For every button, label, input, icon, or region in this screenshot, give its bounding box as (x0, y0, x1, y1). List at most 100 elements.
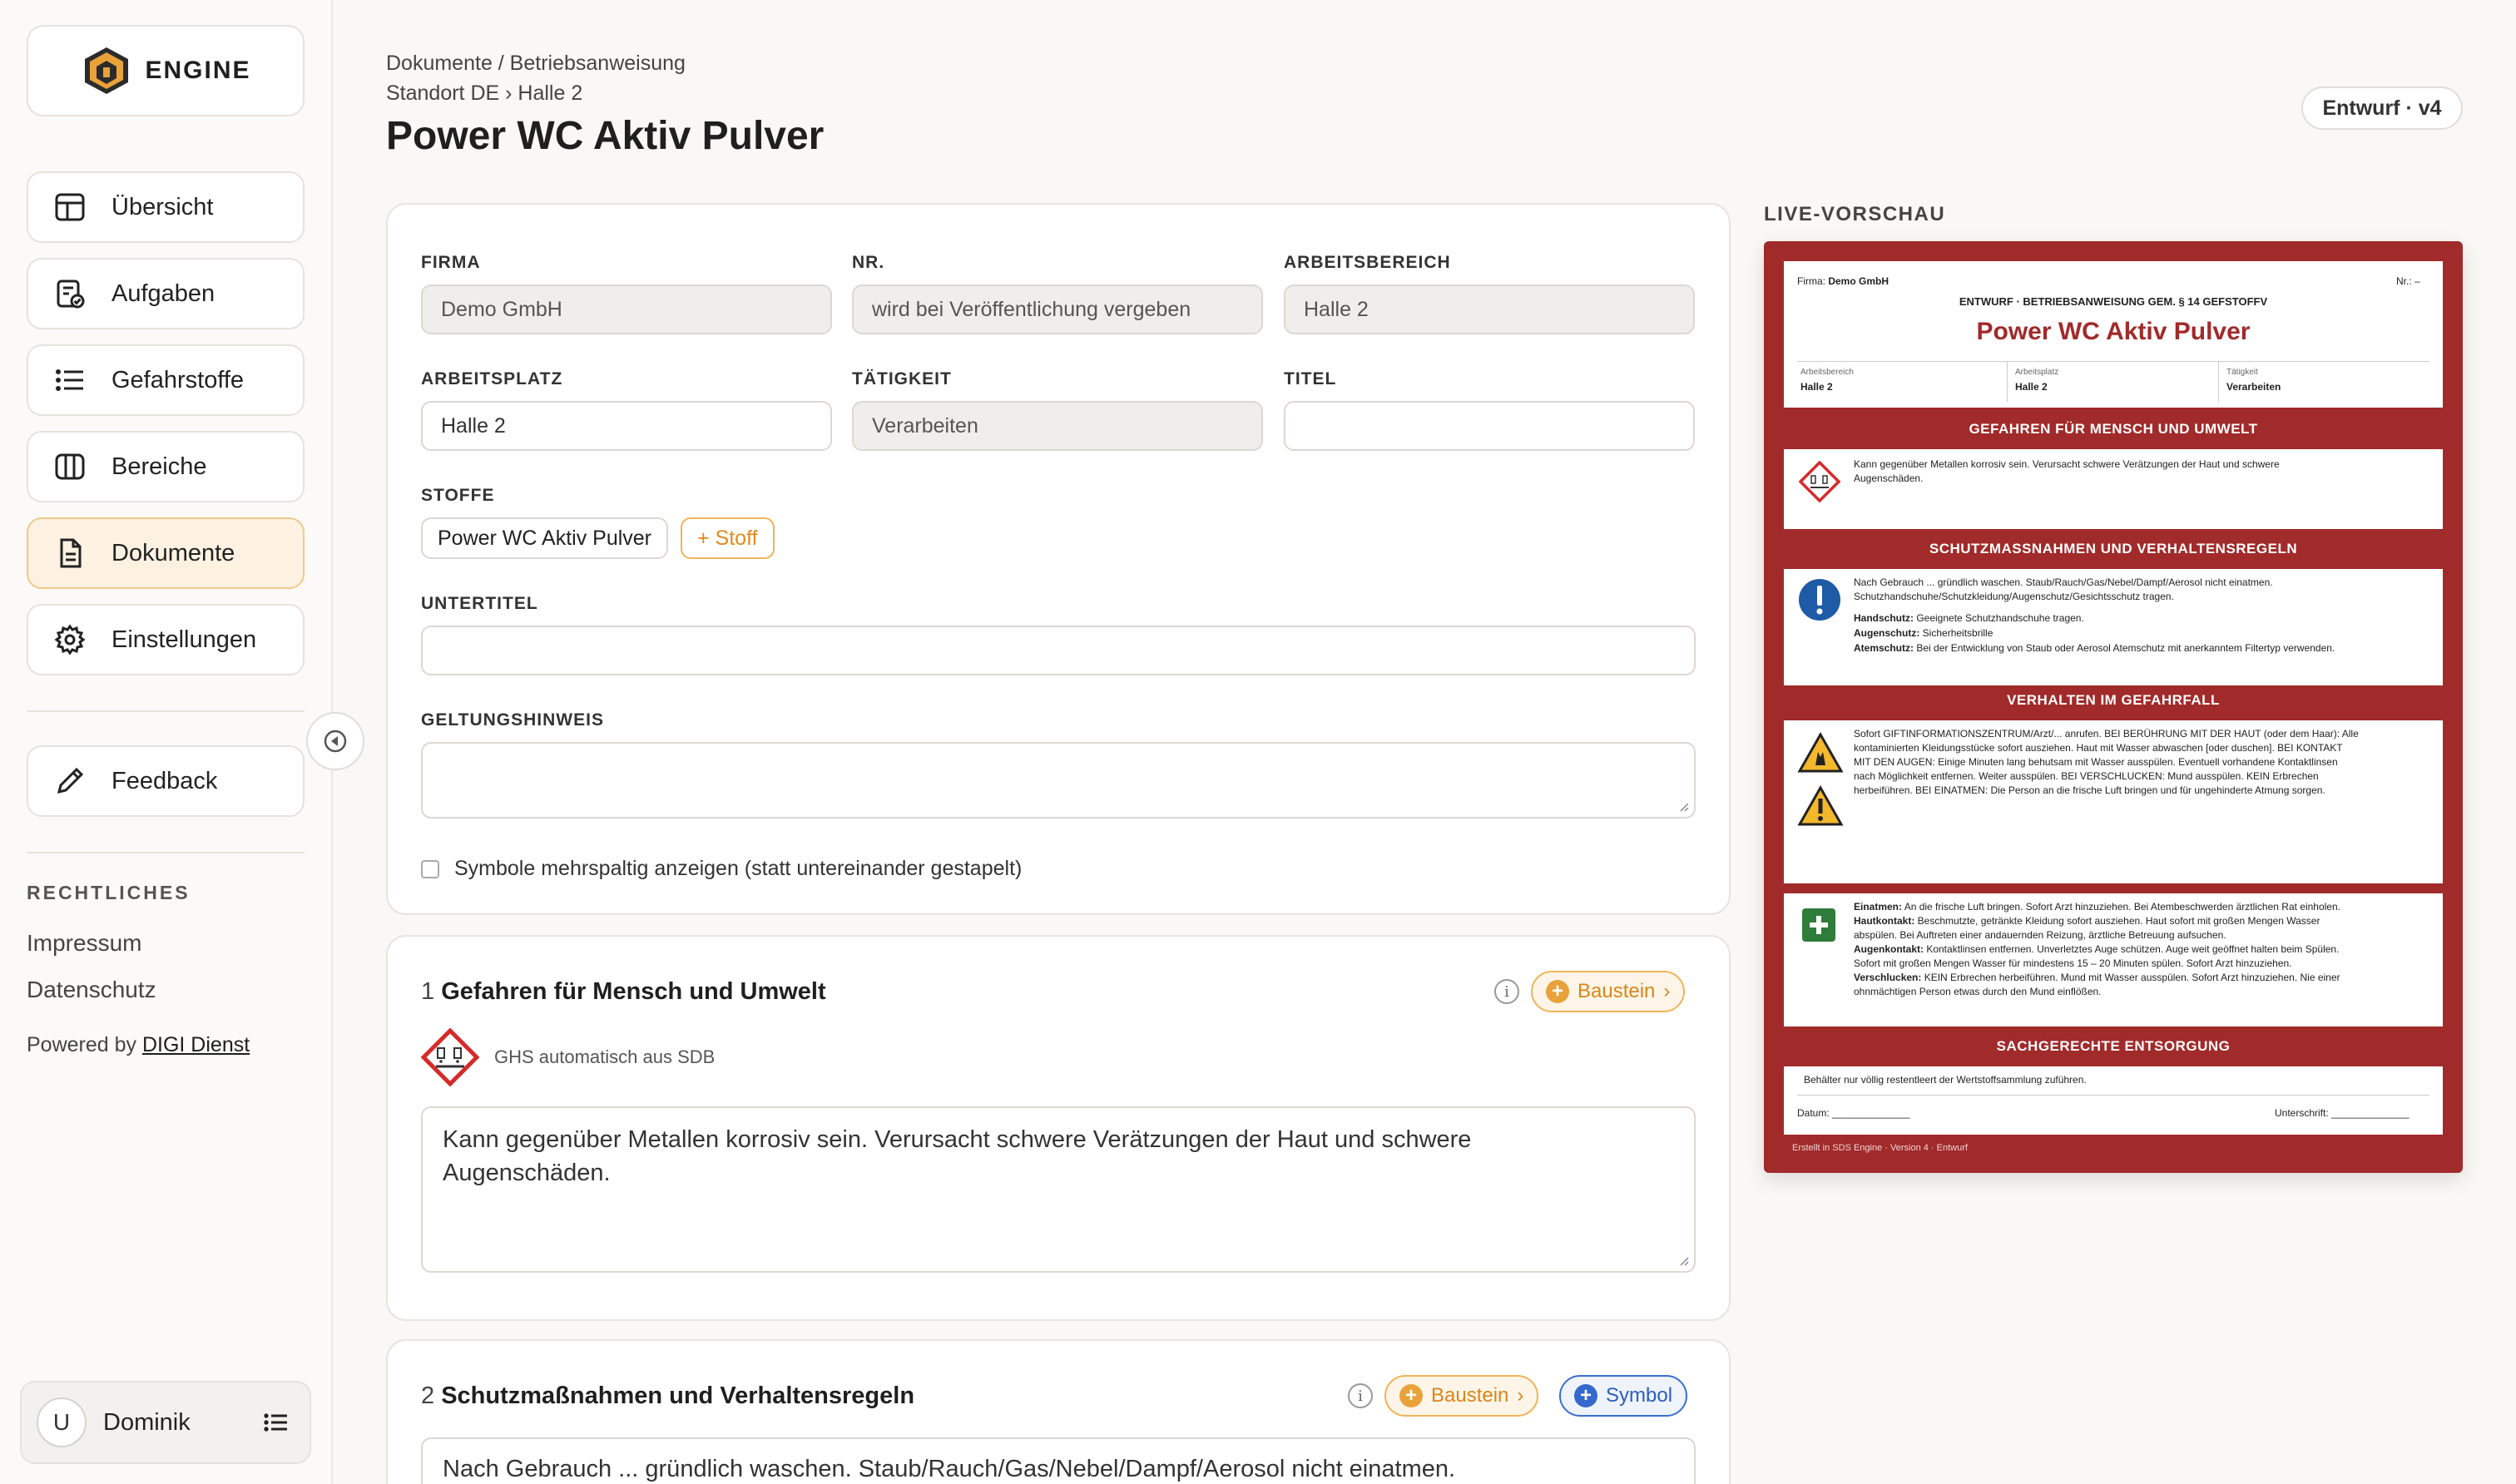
preview-key: Handschutz: (1854, 612, 1914, 624)
preview-text: Nach Gebrauch ... gründlich waschen. Sta… (1854, 576, 2273, 588)
resize-handle-icon[interactable] (1679, 802, 1689, 812)
divider (27, 852, 305, 853)
preview-text: Kann gegenüber Metallen korrosiv sein. V… (1854, 458, 2280, 470)
avatar: U (37, 1397, 87, 1447)
preview-footer: Erstellt in SDS Engine · Version 4 · Ent… (1792, 1143, 1968, 1153)
titel-label: TITEL (1284, 369, 1337, 388)
preview-nr: Nr.: – (2396, 275, 2420, 287)
symbole-mehrspaltig-option[interactable]: Symbole mehrspaltig anzeigen (statt unte… (421, 857, 1022, 881)
preview-subtitle: ENTWURF · BETRIEBSANWEISUNG GEM. § 14 GE… (1959, 295, 2268, 308)
user-menu[interactable]: U Dominik (20, 1381, 311, 1464)
firma-field: Demo GmbH (421, 284, 832, 334)
datenschutz-link[interactable]: Datenschutz (27, 977, 156, 1003)
dashboard-icon (53, 190, 87, 224)
powered-link[interactable]: DIGI Dienst (142, 1033, 250, 1056)
feedback-label: Feedback (111, 767, 218, 794)
preview-text: kontaminierten Kleidungsstücke sofort au… (1854, 742, 2343, 754)
geltungshinweis-label: GELTUNGSHINWEIS (421, 710, 604, 730)
sidebar-item-gefahrstoffe[interactable]: Gefahrstoffe (27, 344, 305, 416)
preview-text: Atemschutz: Bei der Entwicklung von Stau… (1854, 641, 2335, 655)
collapse-sidebar-button[interactable] (306, 712, 364, 770)
preview-col-value: Verarbeiten (2226, 381, 2281, 393)
plus-icon: + (1546, 980, 1569, 1003)
taetigkeit-field: Verarbeiten (852, 401, 1263, 451)
powered-prefix: Powered by (27, 1033, 142, 1056)
taetigkeit-label: TÄTIGKEIT (852, 369, 952, 388)
section-title: 2 Schutzmaßnahmen und Verhaltensregeln (421, 1383, 914, 1410)
feedback-button[interactable]: Feedback (27, 745, 305, 817)
pencil-icon (53, 764, 87, 798)
preview-text: ohnmächtigen Person etwas durch den Mund… (1854, 986, 2102, 997)
chevron-right-icon: › (1663, 980, 1671, 1002)
divider (1797, 1095, 2429, 1096)
sidebar-item-bereiche[interactable]: Bereiche (27, 431, 305, 502)
stoff-chip[interactable]: Power WC Aktiv Pulver (421, 517, 669, 559)
preview-value: Bei der Entwicklung von Staub oder Aeros… (1914, 642, 2335, 654)
arbeitsbereich-label: ARBEITSBEREICH (1284, 253, 1451, 272)
preview-text: abspülen. Bei Auftreten einer andauernde… (1854, 929, 2226, 941)
list-icon (53, 364, 87, 397)
sidebar-item-uebersicht[interactable]: Übersicht (27, 171, 305, 243)
menu-list-icon[interactable] (263, 1409, 290, 1436)
preview-col-value: Halle 2 (2015, 381, 2048, 393)
gear-icon (53, 623, 87, 656)
baustein-label: Baustein (1431, 1384, 1509, 1407)
plus-icon: + (1399, 1384, 1423, 1407)
preview-col-value: Halle 2 (1800, 381, 1833, 393)
preview-key: Augenschutz: (1854, 627, 1920, 639)
preview-value: Beschmutzte, getränkte Kleidung sofort a… (1914, 915, 2320, 927)
info-icon[interactable]: i (1348, 1383, 1373, 1408)
baustein-button[interactable]: + Baustein › (1531, 971, 1686, 1012)
breadcrumb[interactable]: Dokumente / Betriebsanweisung (386, 52, 686, 76)
add-stoff-button[interactable]: + Stoff (681, 517, 775, 559)
preview-col: Tätigkeit Verarbeiten (2220, 362, 2429, 402)
sidebar-item-dokumente[interactable]: Dokumente (27, 517, 305, 589)
baustein-button[interactable]: + Baustein › (1384, 1375, 1539, 1417)
tasks-icon (53, 277, 87, 310)
arbeitsbereich-field: Halle 2 (1284, 284, 1695, 334)
preview-unterschrift: Unterschrift: ______________ (2275, 1107, 2410, 1119)
preview-text: nach Möglichkeit entfernen. Weiter aussp… (1854, 770, 2319, 782)
info-icon[interactable]: i (1494, 979, 1519, 1004)
document-icon (53, 537, 87, 570)
symbole-mehrspaltig-checkbox[interactable] (421, 859, 439, 878)
preview-text: herbeiführen. BEI EINATMEN: Die Person a… (1854, 784, 2325, 796)
logo[interactable]: ENGINE (27, 25, 305, 116)
symbol-label: Symbol (1606, 1384, 1673, 1407)
geltungshinweis-field[interactable] (421, 742, 1696, 819)
warning-fire-icon (1797, 732, 1844, 773)
symbol-button[interactable]: + Symbol (1559, 1375, 1688, 1417)
sidebar-item-aufgaben[interactable]: Aufgaben (27, 258, 305, 329)
resize-handle-icon[interactable] (1679, 1256, 1689, 1266)
untertitel-field[interactable] (421, 626, 1696, 675)
ghs-corrosive-icon (421, 1028, 479, 1086)
preview-col: Arbeitsbereich Halle 2 (1797, 362, 2008, 402)
preview-value: Kontaktlinsen entfernen. Unverletztes Au… (1924, 943, 2340, 955)
arbeitsplatz-field[interactable]: Halle 2 (421, 401, 832, 451)
preview-value: Sicherheitsbrille (1919, 627, 1993, 639)
impressum-link[interactable]: Impressum (27, 930, 141, 957)
titel-field[interactable] (1284, 401, 1695, 451)
preview-firma: Firma: Demo GmbH (1797, 275, 1889, 289)
preview-value: Geeignete Schutzhandschuhe tragen. (1914, 612, 2084, 624)
preview-text: Verschlucken: KEIN Erbrechen herbeiführe… (1854, 971, 2340, 985)
preview-text: Augenschutz: Sicherheitsbrille (1854, 626, 1993, 641)
preview-key: Hautkontakt: (1854, 915, 1915, 927)
section-number: 1 (421, 978, 435, 1005)
baustein-label: Baustein (1577, 980, 1656, 1002)
sidebar-item-einstellungen[interactable]: Einstellungen (27, 604, 305, 675)
preview-firma-prefix: Firma: (1797, 275, 1829, 287)
preview-key: Atemschutz: (1854, 642, 1914, 654)
warning-triangle-icon (1797, 785, 1844, 826)
preview-text: Sofort GIFTINFORMATIONSZENTRUM/Arzt/... … (1854, 728, 2359, 740)
preview-value: KEIN Erbrechen herbeiführen. Mund mit Wa… (1921, 972, 2340, 983)
nr-field: wird bei Veröffentlichung vergeben (852, 284, 1263, 334)
powered-by: Powered by DIGI Dienst (27, 1033, 250, 1057)
firma-label: FIRMA (421, 253, 481, 272)
preview-col-label: Arbeitsplatz (2015, 368, 2059, 377)
untertitel-label: UNTERTITEL (421, 594, 538, 613)
preview-datum: Datum: ______________ (1797, 1107, 1910, 1119)
preview-text: Hautkontakt: Beschmutzte, getränkte Klei… (1854, 914, 2320, 928)
preview-section-heading: VERHALTEN IM GEFAHRFALL (2007, 692, 2220, 708)
sidebar: ENGINE Übersicht Aufgaben Gefahrstoffe B… (0, 0, 333, 1484)
